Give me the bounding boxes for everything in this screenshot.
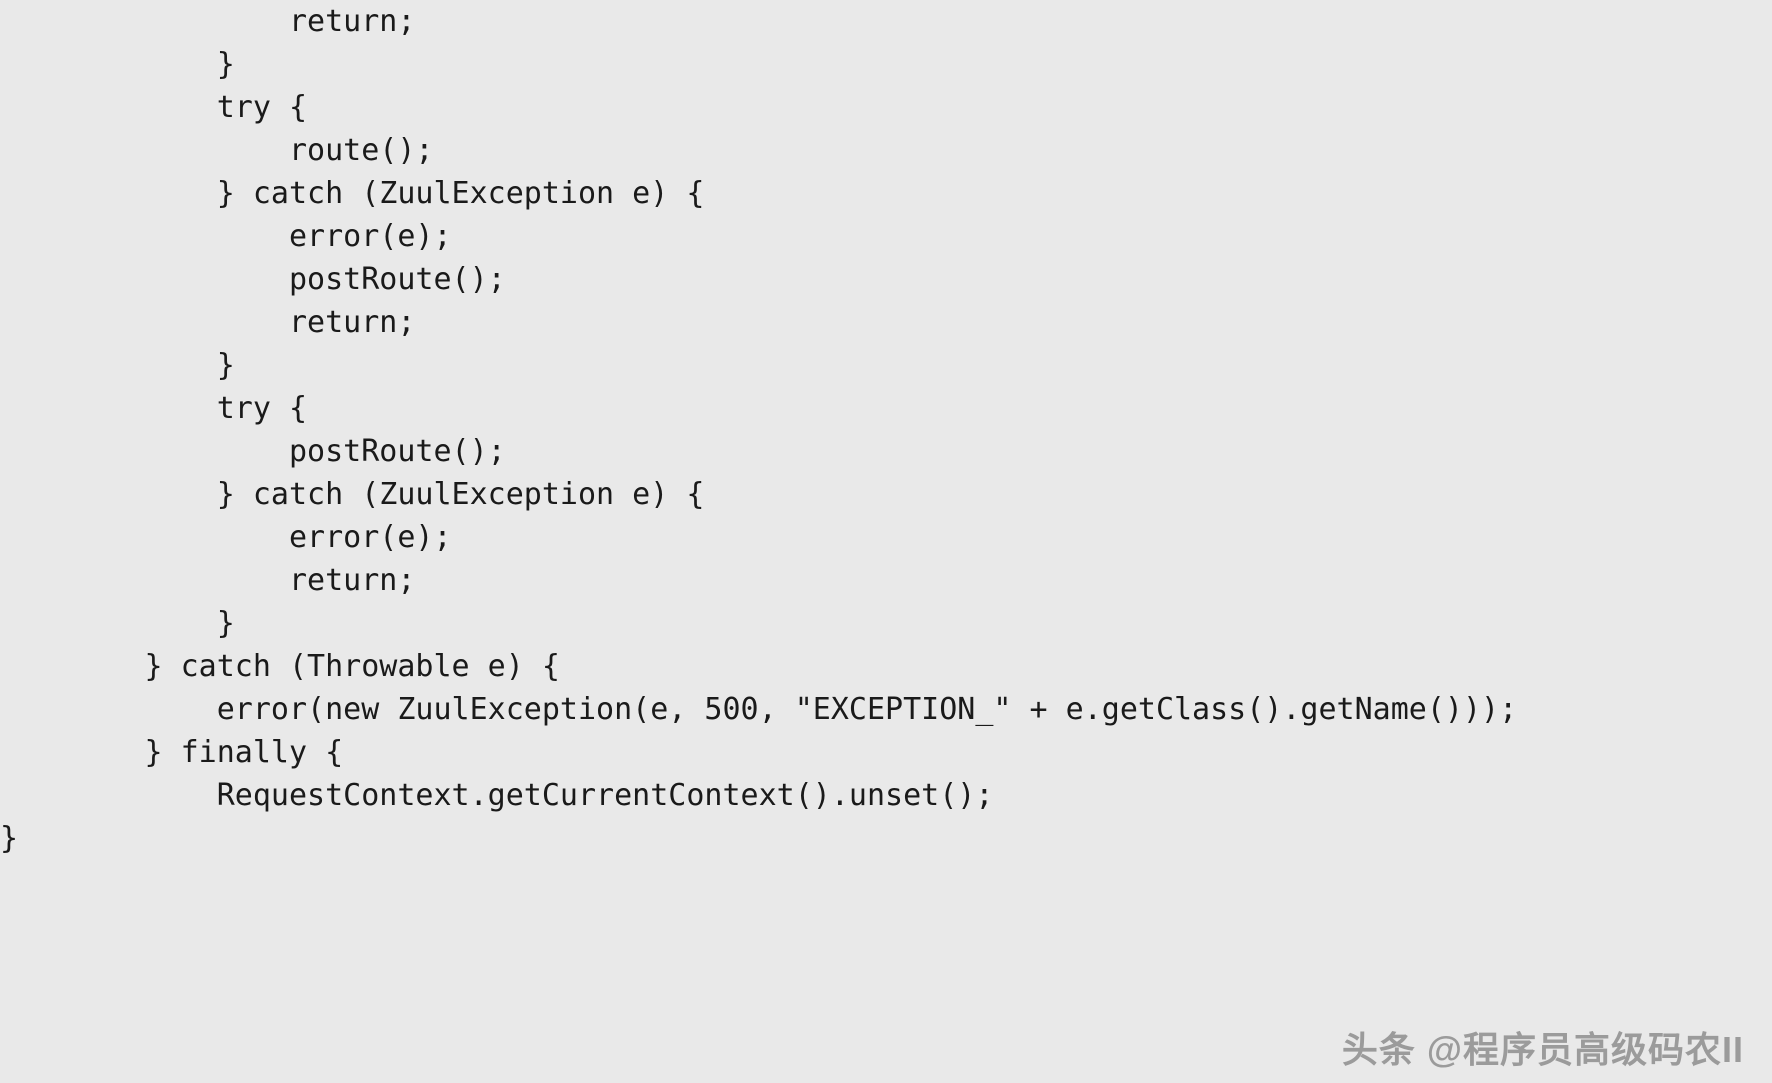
watermark-text: 头条 @程序员高级码农II — [1342, 1021, 1744, 1073]
code-block: return; } try { route(); } catch (ZuulEx… — [0, 0, 1517, 860]
code-content: return; } try { route(); } catch (ZuulEx… — [0, 4, 1517, 856]
